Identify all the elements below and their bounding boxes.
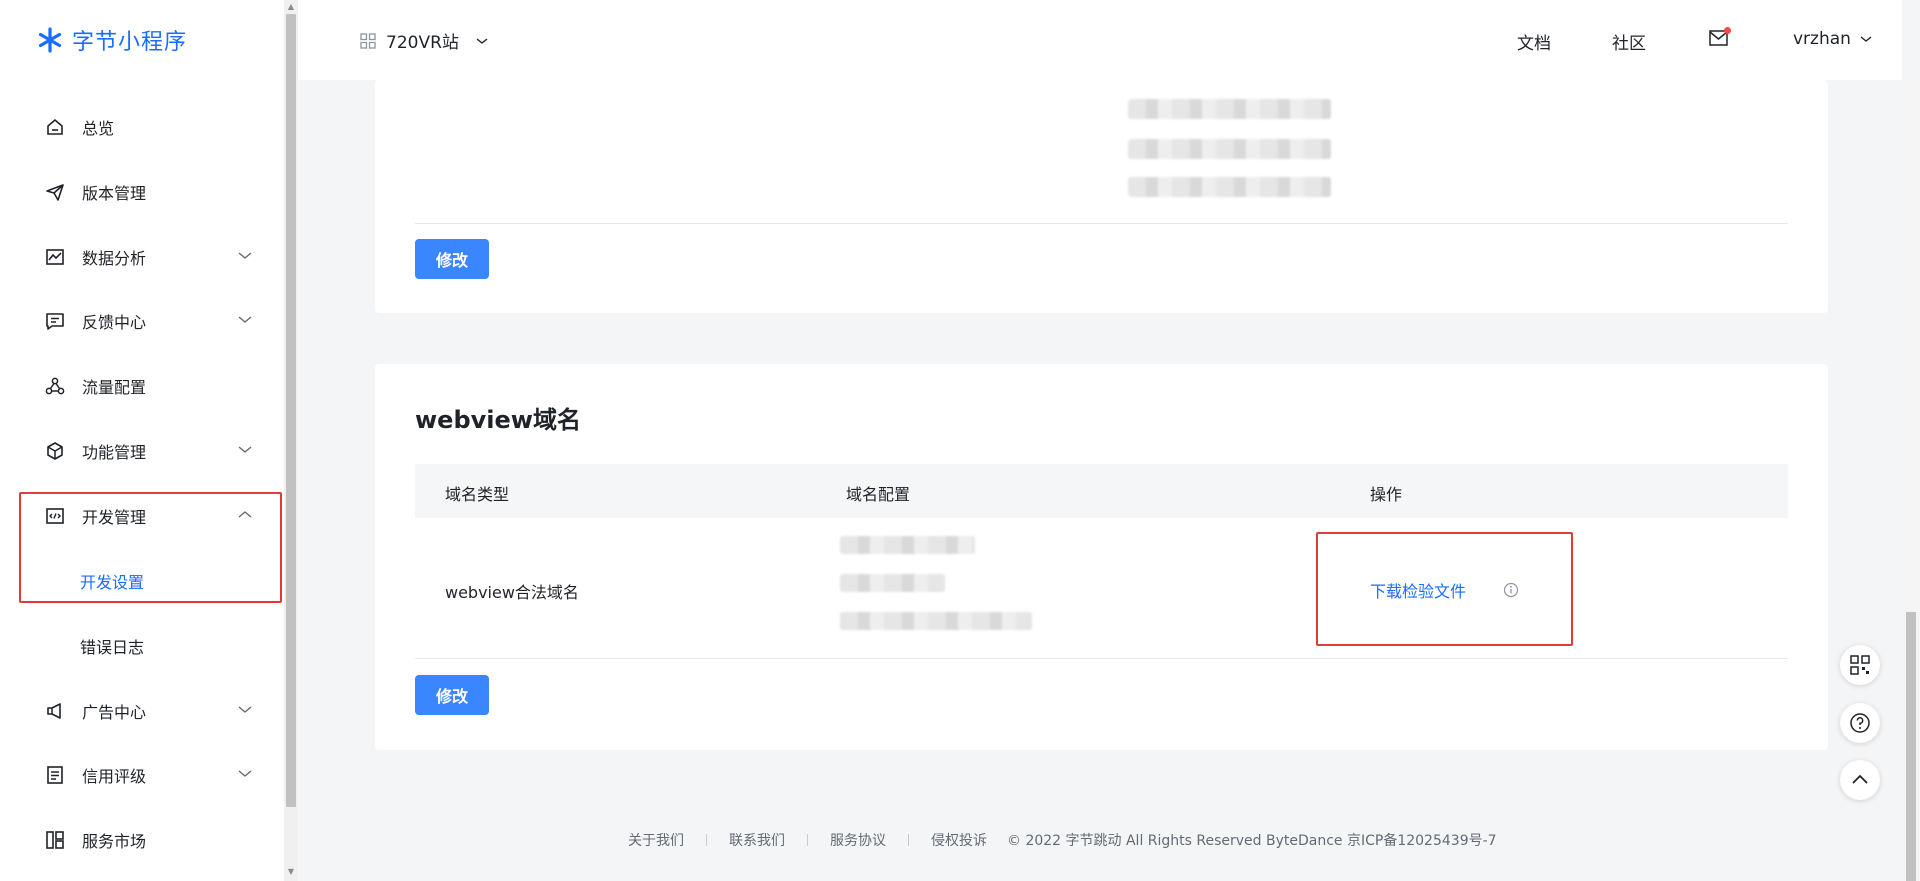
- chart-icon: [44, 246, 66, 268]
- help-button[interactable]: [1840, 703, 1880, 743]
- megaphone-icon: [44, 700, 66, 722]
- sidebar-scrollbar-thumb[interactable]: [286, 14, 296, 807]
- sidebar-item-credit[interactable]: 信用评级: [44, 757, 254, 793]
- sidebar-item-features[interactable]: 功能管理: [44, 433, 254, 469]
- notification-dot: [1724, 27, 1731, 34]
- scroll-down-arrow-icon[interactable]: ▼: [286, 867, 296, 877]
- column-header-action: 操作: [1370, 485, 1403, 504]
- sidebar-item-label: 版本管理: [82, 184, 147, 203]
- sidebar-item-ads[interactable]: 广告中心: [44, 693, 254, 729]
- server-domain-card: 修改: [375, 80, 1828, 313]
- modify-button[interactable]: 修改: [415, 239, 489, 279]
- redacted-text: [840, 612, 1032, 630]
- annotation-highlight-box: [19, 492, 282, 603]
- webview-domain-card: webview域名 域名类型 域名配置 操作 webview合法域名 下载检验文…: [375, 364, 1828, 750]
- app-grid-icon: [360, 32, 376, 49]
- sidebar-item-label: 反馈中心: [82, 313, 147, 332]
- footer-link-contact[interactable]: 联系我们: [729, 830, 785, 850]
- footer-link-about[interactable]: 关于我们: [628, 830, 684, 850]
- qrcode-icon: [1850, 655, 1870, 675]
- redacted-text: [840, 574, 945, 592]
- home-icon: [44, 116, 66, 138]
- qrcode-button[interactable]: [1840, 645, 1880, 685]
- layout-icon: [44, 829, 66, 851]
- back-to-top-button[interactable]: [1840, 760, 1880, 800]
- sidebar-item-overview[interactable]: 总览: [44, 109, 254, 145]
- sidebar-item-traffic[interactable]: 流量配置: [44, 368, 254, 404]
- redacted-text: [840, 536, 975, 554]
- sidebar-item-market[interactable]: 服务市场: [44, 822, 254, 858]
- annotation-highlight-box: [1316, 532, 1573, 646]
- community-link[interactable]: 社区: [1612, 29, 1646, 54]
- username: vrzhan: [1793, 29, 1851, 49]
- sidebar-item-label: 总览: [82, 119, 115, 138]
- footer-link-terms[interactable]: 服务协议: [830, 830, 886, 850]
- divider: [415, 658, 1788, 659]
- chevron-down-icon: [1860, 36, 1872, 42]
- sidebar-item-label: 流量配置: [82, 378, 147, 397]
- footer-copyright: © 2022 字节跳动 All Rights Reserved ByteDanc…: [1007, 833, 1497, 849]
- footer-separator: [706, 834, 707, 846]
- sidebar: 字节小程序 总览 版本管理 数据分析 反馈中心 流量配置 功能管理 开发管理 开…: [0, 0, 284, 881]
- card-title: webview域名: [415, 406, 581, 434]
- top-header: 720VR站 文档 社区 vrzhan: [298, 0, 1902, 80]
- redacted-text: [1128, 99, 1331, 119]
- scroll-up-arrow-icon[interactable]: ▲: [286, 2, 296, 12]
- brand-name: 字节小程序: [72, 30, 188, 55]
- app-switcher[interactable]: 720VR站: [360, 28, 489, 53]
- main-scrollbar-thumb[interactable]: [1906, 612, 1916, 881]
- footer-separator: [908, 834, 909, 846]
- sidebar-item-label: 广告中心: [82, 703, 147, 722]
- modify-button[interactable]: 修改: [415, 675, 489, 715]
- brand-logo[interactable]: 字节小程序: [36, 24, 187, 56]
- sidebar-item-feedback[interactable]: 反馈中心: [44, 303, 254, 339]
- chevron-down-icon: [238, 446, 252, 453]
- footer-separator: [807, 834, 808, 846]
- list-icon: [44, 764, 66, 786]
- help-icon: [1850, 713, 1870, 733]
- sidebar-item-label: 信用评级: [82, 767, 147, 786]
- divider: [415, 223, 1788, 224]
- network-icon: [44, 375, 66, 397]
- redacted-text: [1128, 139, 1331, 159]
- column-header-type: 域名类型: [445, 485, 510, 504]
- chevron-down-icon: [238, 252, 252, 259]
- footer-link-complaint[interactable]: 侵权投诉: [931, 830, 987, 850]
- chevron-down-icon: [238, 770, 252, 777]
- app-name: 720VR站: [386, 33, 459, 53]
- sidebar-item-versions[interactable]: 版本管理: [44, 174, 254, 210]
- chevron-up-icon: [1852, 774, 1868, 784]
- cube-icon: [44, 440, 66, 462]
- redacted-text: [1128, 177, 1331, 197]
- docs-link[interactable]: 文档: [1517, 29, 1551, 54]
- user-menu[interactable]: vrzhan: [1793, 29, 1873, 49]
- send-icon: [44, 181, 66, 203]
- sidebar-item-label: 服务市场: [82, 832, 147, 851]
- chevron-down-icon: [238, 316, 252, 323]
- domain-type-cell: webview合法域名: [445, 583, 579, 602]
- table-header: 域名类型 域名配置 操作: [415, 464, 1788, 518]
- message-icon: [44, 310, 66, 332]
- chevron-down-icon: [238, 706, 252, 713]
- sidebar-subitem-error-log[interactable]: 错误日志: [80, 630, 144, 662]
- chevron-down-icon: [476, 37, 488, 44]
- brand-logo-icon: [38, 27, 62, 53]
- sidebar-item-label: 数据分析: [82, 249, 147, 268]
- footer: 关于我们 联系我们 服务协议 侵权投诉 © 2022 字节跳动 All Righ…: [628, 830, 1497, 850]
- sidebar-item-label: 功能管理: [82, 443, 147, 462]
- sidebar-item-analytics[interactable]: 数据分析: [44, 239, 254, 275]
- column-header-config: 域名配置: [846, 485, 911, 504]
